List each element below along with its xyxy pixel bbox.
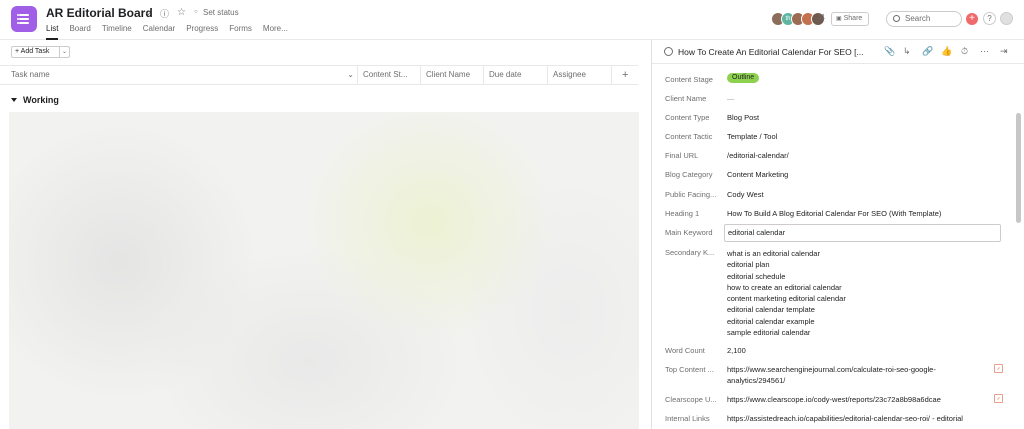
status-dot-icon: ○ xyxy=(194,9,198,15)
member-avatars[interactable]: th xyxy=(771,12,825,26)
info-icon[interactable]: ⓘ xyxy=(160,7,169,20)
external-link-icon[interactable] xyxy=(994,364,1003,373)
star-icon[interactable]: ☆ xyxy=(177,7,186,18)
column-assignee[interactable]: Assignee xyxy=(547,66,611,84)
heading-1-value[interactable]: How To Build A Blog Editorial Calendar F… xyxy=(727,209,941,218)
section-header[interactable]: Working xyxy=(11,95,59,105)
column-content-stage[interactable]: Content St... xyxy=(357,66,420,84)
list-item: editorial calendar template xyxy=(727,305,815,315)
subtask-icon[interactable]: ↳ xyxy=(903,46,911,57)
task-detail-header: How To Create An Editorial Calendar For … xyxy=(652,40,1024,64)
search-icon xyxy=(893,15,900,22)
list-item: editorial calendar example xyxy=(727,316,815,326)
list-item: content marketing editorial calendar xyxy=(727,294,846,304)
project-list-icon[interactable] xyxy=(11,6,37,32)
content-tactic-value[interactable]: Template / Tool xyxy=(727,132,777,141)
caret-down-icon[interactable] xyxy=(11,98,17,102)
field-label-word-count: Word Count xyxy=(665,346,705,355)
chevron-down-icon[interactable]: ⌄ xyxy=(347,66,354,84)
client-name-value[interactable]: — xyxy=(727,94,735,103)
project-tabs: List Board Timeline Calendar Progress Fo… xyxy=(46,24,288,40)
chevron-down-icon[interactable]: ⌄ xyxy=(144,7,152,18)
content-type-value[interactable]: Blog Post xyxy=(727,113,759,122)
set-status-button[interactable]: Set status xyxy=(203,8,239,17)
add-task-button[interactable]: + Add Task xyxy=(11,46,60,58)
list-item: sample editorial calendar xyxy=(727,328,811,338)
tab-forms[interactable]: Forms xyxy=(229,24,252,40)
word-count-value[interactable]: 2,100 xyxy=(727,346,746,355)
complete-check-icon[interactable] xyxy=(664,47,673,56)
quick-add-button[interactable]: + xyxy=(966,13,978,25)
blurred-task-list xyxy=(9,112,639,429)
task-title[interactable]: How To Create An Editorial Calendar For … xyxy=(678,47,864,57)
field-label-secondary-keywords: Secondary K... xyxy=(665,248,715,257)
top-content-value[interactable]: https://www.searchenginejournal.com/calc… xyxy=(727,364,989,386)
field-label-public-facing: Public Facing... xyxy=(665,190,717,199)
external-link-icon[interactable] xyxy=(994,394,1003,403)
column-task-name[interactable]: Task name ⌄ xyxy=(6,66,358,84)
section-title: Working xyxy=(23,95,59,105)
share-button[interactable]: ▣ Share xyxy=(831,12,869,26)
list-item: how to create an editorial calendar xyxy=(727,282,842,292)
search-input[interactable]: Search xyxy=(886,11,962,27)
timer-icon[interactable]: ⏱ xyxy=(961,46,968,57)
close-pane-icon[interactable]: ⇥ xyxy=(1000,46,1008,57)
scrollbar-thumb[interactable] xyxy=(1016,113,1021,223)
chevron-down-icon: ⌄ xyxy=(61,49,68,55)
column-label: Task name xyxy=(11,70,50,79)
field-label-client-name: Client Name xyxy=(665,94,707,103)
list-item: editorial schedule xyxy=(727,271,786,281)
share-label: Share xyxy=(843,15,863,22)
field-label-heading-1: Heading 1 xyxy=(665,209,700,218)
table-header: Task name ⌄ Content St... Client Name Du… xyxy=(0,65,638,85)
field-label-clearscope: Clearscope U... xyxy=(665,395,717,404)
tab-board[interactable]: Board xyxy=(69,24,90,40)
blog-category-value[interactable]: Content Marketing xyxy=(727,170,788,179)
final-url-value[interactable]: /editorial-calendar/ xyxy=(727,151,789,160)
more-options-icon[interactable]: ⋯ xyxy=(980,46,989,57)
column-client-name[interactable]: Client Name xyxy=(420,66,483,84)
project-title[interactable]: AR Editorial Board xyxy=(46,6,153,20)
column-due-date[interactable]: Due date xyxy=(483,66,547,84)
add-task-dropdown[interactable]: ⌄ xyxy=(60,46,70,58)
url-line: analytics/294561/ xyxy=(727,376,786,385)
list-item: what is an editorial calendar xyxy=(727,249,820,258)
tab-calendar[interactable]: Calendar xyxy=(143,24,175,40)
user-avatar[interactable] xyxy=(1000,12,1013,25)
like-icon[interactable]: 👍 xyxy=(941,46,952,57)
project-header: AR Editorial Board ⌄ ⓘ ☆ ○ Set status Li… xyxy=(0,0,1024,40)
url-line: https://www.searchenginejournal.com/calc… xyxy=(727,365,936,374)
field-label-blog-category: Blog Category xyxy=(665,170,713,179)
tab-timeline[interactable]: Timeline xyxy=(102,24,132,40)
public-facing-value[interactable]: Cody West xyxy=(727,190,764,199)
tab-more[interactable]: More... xyxy=(263,24,288,40)
field-label-main-keyword: Main Keyword xyxy=(665,228,713,237)
list-view: + Add Task ⌄ Task name ⌄ Content St... C… xyxy=(0,40,651,429)
field-label-content-type: Content Type xyxy=(665,113,710,122)
link-icon[interactable]: 🔗 xyxy=(922,46,933,57)
main-keyword-field[interactable]: editorial calendar xyxy=(724,224,1001,242)
secondary-keywords-value[interactable]: what is an editorial calendar editorial … xyxy=(727,248,846,338)
help-icon[interactable]: ? xyxy=(983,12,996,25)
field-label-content-tactic: Content Tactic xyxy=(665,132,713,141)
attachment-icon[interactable]: 📎 xyxy=(884,46,895,57)
clearscope-value[interactable]: https://www.clearscope.io/cody-west/repo… xyxy=(727,394,989,405)
tab-list[interactable]: List xyxy=(46,24,59,40)
list-item: editorial plan xyxy=(727,260,770,270)
internal-links-value[interactable]: https://assistedreach.io/capabilities/ed… xyxy=(727,413,989,424)
field-label-top-content: Top Content ... xyxy=(665,365,714,374)
field-label-internal-links: Internal Links xyxy=(665,414,710,423)
task-detail-pane: How To Create An Editorial Calendar For … xyxy=(651,40,1024,429)
field-label-content-stage: Content Stage xyxy=(665,75,713,84)
add-column-button[interactable]: + xyxy=(611,66,638,84)
field-label-final-url: Final URL xyxy=(665,151,699,160)
detail-scrollbar[interactable] xyxy=(1014,65,1023,429)
lock-icon: ▣ xyxy=(836,16,842,22)
member-count[interactable]: 11 xyxy=(818,14,825,21)
tab-progress[interactable]: Progress xyxy=(186,24,218,40)
search-placeholder: Search xyxy=(905,14,931,23)
content-stage-value[interactable]: Outline xyxy=(727,73,760,83)
